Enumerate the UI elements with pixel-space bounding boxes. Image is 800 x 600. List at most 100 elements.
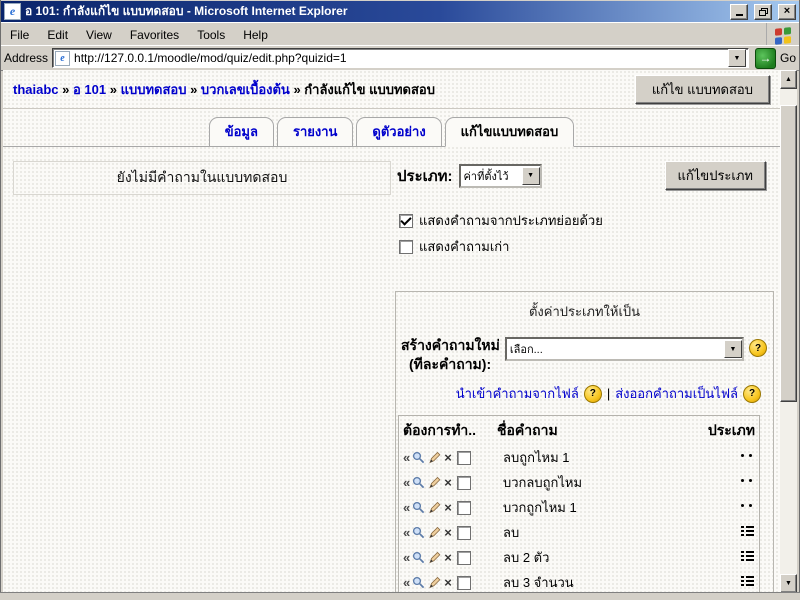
edit-pen-icon[interactable] xyxy=(428,501,441,514)
menu-item-help[interactable]: Help xyxy=(234,24,277,46)
breadcrumb-separator: » xyxy=(186,82,200,97)
address-url[interactable]: http://127.0.0.1/moodle/mod/quiz/edit.ph… xyxy=(74,51,724,65)
help-icon[interactable]: ? xyxy=(749,339,767,357)
add-to-quiz-icon[interactable]: « xyxy=(403,576,409,589)
tab-edit-quiz[interactable]: แก้ไขแบบทดสอบ xyxy=(445,117,575,147)
preview-magnifier-icon[interactable] xyxy=(412,501,425,514)
edit-quiz-button[interactable]: แก้ไข แบบทดสอบ xyxy=(635,75,770,104)
add-to-quiz-icon[interactable]: « xyxy=(403,526,409,539)
question-select-checkbox[interactable] xyxy=(457,476,471,490)
question-type-icon xyxy=(741,500,755,512)
edit-pen-icon[interactable] xyxy=(428,451,441,464)
delete-icon[interactable]: × xyxy=(444,551,452,564)
question-type-icon xyxy=(741,475,755,487)
tab-info[interactable]: ข้อมูล xyxy=(209,117,274,147)
breadcrumb-separator: » xyxy=(290,82,304,97)
edit-pen-icon[interactable] xyxy=(428,476,441,489)
edit-pen-icon[interactable] xyxy=(428,576,441,589)
question-name: ลบ xyxy=(497,525,519,540)
add-to-quiz-icon[interactable]: « xyxy=(403,551,409,564)
breadcrumb: thaiabc » อ 101 » แบบทดสอบ » บวกเลขเบื้อ… xyxy=(13,81,435,98)
menu-item-file[interactable]: File xyxy=(1,24,38,46)
show-old-checkbox[interactable] xyxy=(399,240,413,254)
import-export-row: นำเข้าคำถามจากไฟล์ ? | ส่งออกคำถามเป็นไฟ… xyxy=(396,383,761,404)
category-box-title: ตั้งค่าประเภทให้เป็น xyxy=(396,292,773,324)
export-questions-link[interactable]: ส่งออกคำถามเป็นไฟล์ xyxy=(615,383,738,404)
question-select-checkbox[interactable] xyxy=(457,451,471,465)
title-bar: e อ 101: กำลังแก้ไข แบบทดสอบ - Microsoft… xyxy=(1,1,799,22)
type-column-header: ประเภท xyxy=(701,416,760,446)
menu-item-edit[interactable]: Edit xyxy=(38,24,77,46)
breadcrumb-link[interactable]: อ 101 xyxy=(73,82,106,97)
moodle-page: thaiabc » อ 101 » แบบทดสอบ » บวกเลขเบื้อ… xyxy=(3,70,780,593)
vertical-scrollbar[interactable]: ▲ ▼ xyxy=(780,70,797,593)
add-to-quiz-icon[interactable]: « xyxy=(403,476,409,489)
tab-reports[interactable]: รายงาน xyxy=(277,117,353,147)
go-section: → Go xyxy=(753,48,796,69)
show-old-label: แสดงคำถามเก่า xyxy=(419,236,509,257)
menu-bar: File Edit View Favorites Tools Help xyxy=(1,22,799,46)
menu-item-tools[interactable]: Tools xyxy=(188,24,234,46)
show-subcategories-label: แสดงคำถามจากประเภทย่อยด้วย xyxy=(419,210,603,231)
preview-magnifier-icon[interactable] xyxy=(412,576,425,589)
delete-icon[interactable]: × xyxy=(444,451,452,464)
add-to-quiz-icon[interactable]: « xyxy=(403,501,409,514)
scroll-up-button[interactable]: ▲ xyxy=(780,70,797,89)
question-type-icon xyxy=(741,450,755,462)
question-select-checkbox[interactable] xyxy=(457,576,471,590)
action-column-header: ต้องการทำ.. xyxy=(399,416,494,446)
chevron-down-icon[interactable]: ▼ xyxy=(522,167,540,185)
edit-pen-icon[interactable] xyxy=(428,526,441,539)
question-select-checkbox[interactable] xyxy=(457,501,471,515)
minimize-button[interactable] xyxy=(730,4,748,20)
question-select-checkbox[interactable] xyxy=(457,551,471,565)
tab-preview[interactable]: ดูตัวอย่าง xyxy=(356,117,441,147)
breadcrumb-link[interactable]: บวกเลขเบื้องต้น xyxy=(201,82,290,97)
edit-pen-icon[interactable] xyxy=(428,551,441,564)
show-subcategories-checkbox[interactable] xyxy=(399,214,413,228)
help-icon[interactable]: ? xyxy=(584,385,602,403)
delete-icon[interactable]: × xyxy=(444,526,452,539)
category-label: ประเภท: xyxy=(397,164,453,188)
import-questions-link[interactable]: นำเข้าคำถามจากไฟล์ xyxy=(456,383,579,404)
edit-categories-button[interactable]: แก้ไขประเภท xyxy=(665,161,766,190)
columns: ยังไม่มีคำถามในแบบทดสอบ ประเภท: ค่าที่ตั… xyxy=(3,161,780,593)
go-label[interactable]: Go xyxy=(780,51,796,65)
help-icon[interactable]: ? xyxy=(743,385,761,403)
category-select[interactable]: ค่าที่ตั้งไว้ ▼ xyxy=(459,164,542,188)
breadcrumb-link[interactable]: thaiabc xyxy=(13,82,59,97)
delete-icon[interactable]: × xyxy=(444,476,452,489)
windows-logo-icon xyxy=(766,23,799,46)
address-input[interactable]: e http://127.0.0.1/moodle/mod/quiz/edit.… xyxy=(52,48,749,68)
go-button[interactable]: → xyxy=(755,48,776,69)
restore-button[interactable] xyxy=(754,4,772,20)
preview-magnifier-icon[interactable] xyxy=(412,476,425,489)
breadcrumb-link[interactable]: แบบทดสอบ xyxy=(121,82,187,97)
menu-item-view[interactable]: View xyxy=(77,24,121,46)
menu-item-favorites[interactable]: Favorites xyxy=(121,24,188,46)
question-type-icon xyxy=(741,525,755,537)
window-title: อ 101: กำลังแก้ไข แบบทดสอบ - Microsoft I… xyxy=(25,2,726,21)
add-to-quiz-icon[interactable]: « xyxy=(403,451,409,464)
page-content: thaiabc » อ 101 » แบบทดสอบ » บวกเลขเบื้อ… xyxy=(3,70,797,593)
delete-icon[interactable]: × xyxy=(444,576,452,589)
address-dropdown-button[interactable]: ▼ xyxy=(728,49,746,67)
ie-app-icon: e xyxy=(4,3,21,20)
chevron-down-icon[interactable]: ▼ xyxy=(724,340,742,358)
close-button[interactable]: × xyxy=(778,4,796,20)
scroll-down-button[interactable]: ▼ xyxy=(780,574,797,593)
scroll-thumb[interactable] xyxy=(780,105,797,402)
tab-bar: ข้อมูล รายงาน ดูตัวอย่าง แก้ไขแบบทดสอบ xyxy=(3,117,780,147)
close-icon: × xyxy=(784,6,790,17)
preview-magnifier-icon[interactable] xyxy=(412,451,425,464)
delete-icon[interactable]: × xyxy=(444,501,452,514)
question-select-checkbox[interactable] xyxy=(457,526,471,540)
preview-magnifier-icon[interactable] xyxy=(412,526,425,539)
question-rows: « × ลบถูกไหม 1 xyxy=(399,445,760,593)
table-row: « × ลบ 3 จำนวน xyxy=(399,570,760,593)
create-question-select[interactable]: เลือก... ▼ xyxy=(505,337,744,361)
question-type-icon xyxy=(741,550,755,562)
minimize-icon xyxy=(736,14,743,16)
preview-magnifier-icon[interactable] xyxy=(412,551,425,564)
question-name: ลบ 2 ตัว xyxy=(497,550,549,565)
